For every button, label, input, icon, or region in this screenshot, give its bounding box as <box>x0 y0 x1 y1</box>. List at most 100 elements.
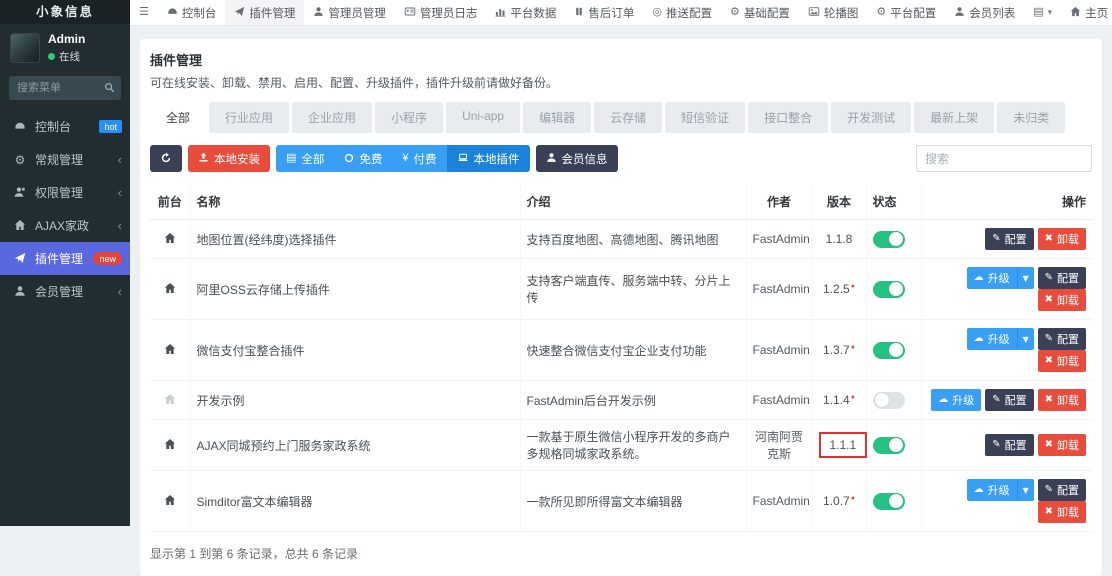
nav-tab-basic-config[interactable]: ⚙基础配置 <box>721 0 799 25</box>
tab-dev-test[interactable]: 开发测试 <box>831 102 911 133</box>
configure-button[interactable]: ✎配置 <box>985 434 1033 456</box>
cloud-icon: ☁ <box>938 395 948 405</box>
dashboard-icon <box>167 6 178 19</box>
sidebar-item-plugins[interactable]: 插件管理 new <box>0 242 130 275</box>
uninstall-label: 卸载 <box>1057 292 1079 308</box>
sidebar-item-general[interactable]: ⚙ 常规管理 ‹ <box>0 143 130 176</box>
uninstall-button[interactable]: ✖卸载 <box>1038 289 1086 311</box>
home-icon[interactable] <box>164 282 176 296</box>
status-toggle[interactable] <box>873 437 905 454</box>
configure-button[interactable]: ✎配置 <box>1038 479 1086 501</box>
filter-all-button[interactable]: ▤全部 <box>276 145 334 172</box>
refresh-button[interactable] <box>150 145 182 172</box>
home-link[interactable]: 主页 <box>1061 0 1112 25</box>
nav-list-dropdown[interactable]: ▤▾ <box>1024 0 1061 25</box>
sidebar-item-dashboard[interactable]: 控制台 hot <box>0 110 130 143</box>
nav-tab-admin-log[interactable]: 管理员日志 <box>395 0 487 25</box>
configure-button[interactable]: ✎配置 <box>985 228 1033 250</box>
plugin-name: 地图位置(经纬度)选择插件 <box>190 220 520 259</box>
table-row: AJAX同城预约上门服务家政系统 一款基于原生微信小程序开发的多商户多规格同城家… <box>150 420 1092 471</box>
home-icon[interactable] <box>164 494 176 508</box>
pencil-icon: ✎ <box>1045 334 1053 344</box>
nav-tab-platform-config[interactable]: ⚙平台配置 <box>867 0 945 25</box>
search-icon[interactable] <box>104 81 115 95</box>
tab-industry[interactable]: 行业应用 <box>209 102 289 133</box>
table-search-input[interactable] <box>916 145 1092 172</box>
tab-enterprise[interactable]: 企业应用 <box>292 102 372 133</box>
plugin-panel: 插件管理 可在线安装、卸载、禁用、启用、配置、升级插件，插件升级前请做好备份。 … <box>140 39 1102 576</box>
upgrade-button[interactable]: ☁升级 <box>967 267 1017 289</box>
uninstall-button[interactable]: ✖卸载 <box>1038 350 1086 372</box>
upgrade-button[interactable]: ☁升级 <box>967 328 1017 350</box>
home-icon <box>1070 6 1081 19</box>
status-toggle[interactable] <box>873 281 905 298</box>
sidebar-item-members[interactable]: 会员管理 ‹ <box>0 275 130 308</box>
laptop-icon <box>457 152 469 165</box>
uninstall-button[interactable]: ✖卸载 <box>1038 434 1086 456</box>
filter-local-button[interactable]: 本地插件 <box>447 145 530 172</box>
tab-miniprogram[interactable]: 小程序 <box>375 102 443 133</box>
sidebar-item-label: 插件管理 <box>35 250 93 267</box>
status-toggle[interactable] <box>873 231 905 248</box>
uninstall-button[interactable]: ✖卸载 <box>1038 501 1086 523</box>
tab-all[interactable]: 全部 <box>150 102 206 133</box>
nav-tab-member-list[interactable]: 会员列表 <box>945 0 1024 25</box>
tab-sms[interactable]: 短信验证 <box>665 102 745 133</box>
tab-uniapp[interactable]: Uni-app <box>446 102 520 133</box>
configure-label: 配置 <box>1005 392 1027 408</box>
status-toggle[interactable] <box>873 342 905 359</box>
user-panel: Admin 在线 <box>0 24 130 70</box>
member-info-button[interactable]: 会员信息 <box>536 145 618 172</box>
upload-icon <box>198 152 209 165</box>
configure-button[interactable]: ✎配置 <box>1038 267 1086 289</box>
plugin-author: FastAdmin <box>746 220 812 259</box>
chevron-left-icon: ‹ <box>118 218 122 233</box>
nav-tab-plugins[interactable]: 插件管理 <box>225 0 304 25</box>
tab-cloud-storage[interactable]: 云存储 <box>594 102 662 133</box>
plugin-name: 微信支付宝整合插件 <box>190 320 520 381</box>
tab-api[interactable]: 接口整合 <box>748 102 828 133</box>
user-status-label: 在线 <box>59 51 80 63</box>
tab-newest[interactable]: 最新上架 <box>914 102 994 133</box>
status-toggle[interactable] <box>873 392 905 409</box>
upgrade-dropdown-caret[interactable]: ▾ <box>1017 479 1034 501</box>
nav-tab-dashboard[interactable]: 控制台 <box>158 0 226 25</box>
sidebar-search <box>9 76 121 100</box>
brand-title: 小象信息 <box>0 0 130 24</box>
upgrade-dropdown-caret[interactable]: ▾ <box>1017 328 1034 350</box>
nav-tab-carousel[interactable]: 轮播图 <box>799 0 868 25</box>
filter-paid-button[interactable]: ¥付费 <box>392 145 446 172</box>
upgrade-button[interactable]: ☁升级 <box>967 479 1017 501</box>
filter-free-button[interactable]: 免费 <box>334 145 392 172</box>
nav-tab-label: 会员列表 <box>969 5 1015 21</box>
avatar[interactable] <box>10 33 40 63</box>
cogs-icon: ⚙ <box>876 7 886 18</box>
nav-tab-admin-manage[interactable]: 管理员管理 <box>304 0 395 25</box>
upgrade-button[interactable]: ☁升级 <box>931 389 981 411</box>
uninstall-button[interactable]: ✖卸载 <box>1038 228 1086 250</box>
configure-button[interactable]: ✎配置 <box>1038 328 1086 350</box>
tab-uncategorized[interactable]: 未归类 <box>997 102 1065 133</box>
sidebar-item-auth[interactable]: 权限管理 ‹ <box>0 176 130 209</box>
configure-button[interactable]: ✎配置 <box>985 389 1033 411</box>
status-toggle[interactable] <box>873 493 905 510</box>
cloud-icon: ☁ <box>974 273 984 283</box>
table-header-row: 前台 名称 介绍 作者 版本 状态 操作 <box>150 184 1092 220</box>
sidebar-toggle-button[interactable]: ☰ <box>130 0 158 25</box>
nav-tab-push-config[interactable]: ◎推送配置 <box>643 0 721 25</box>
sidebar: 小象信息 Admin 在线 控制台 hot ⚙ 常规管理 ‹ 权限管理 ‹ <box>0 0 130 526</box>
configure-label: 配置 <box>1005 437 1027 453</box>
tab-editor[interactable]: 编辑器 <box>523 102 591 133</box>
upgrade-dropdown-caret[interactable]: ▾ <box>1017 267 1034 289</box>
local-install-button[interactable]: 本地安装 <box>188 145 270 172</box>
nav-tab-platform-data[interactable]: 平台数据 <box>486 0 565 25</box>
home-icon[interactable] <box>164 343 176 357</box>
home-icon[interactable] <box>164 438 176 452</box>
upgrade-label: 升级 <box>988 331 1010 347</box>
sidebar-item-ajax-housekeeping[interactable]: AJAX家政 ‹ <box>0 209 130 242</box>
user-status: 在线 <box>48 49 85 64</box>
home-icon[interactable] <box>164 232 176 246</box>
uninstall-button[interactable]: ✖卸载 <box>1038 389 1086 411</box>
home-icon[interactable] <box>164 393 176 407</box>
nav-tab-after-sale-orders[interactable]: 售后订单 <box>565 0 643 25</box>
